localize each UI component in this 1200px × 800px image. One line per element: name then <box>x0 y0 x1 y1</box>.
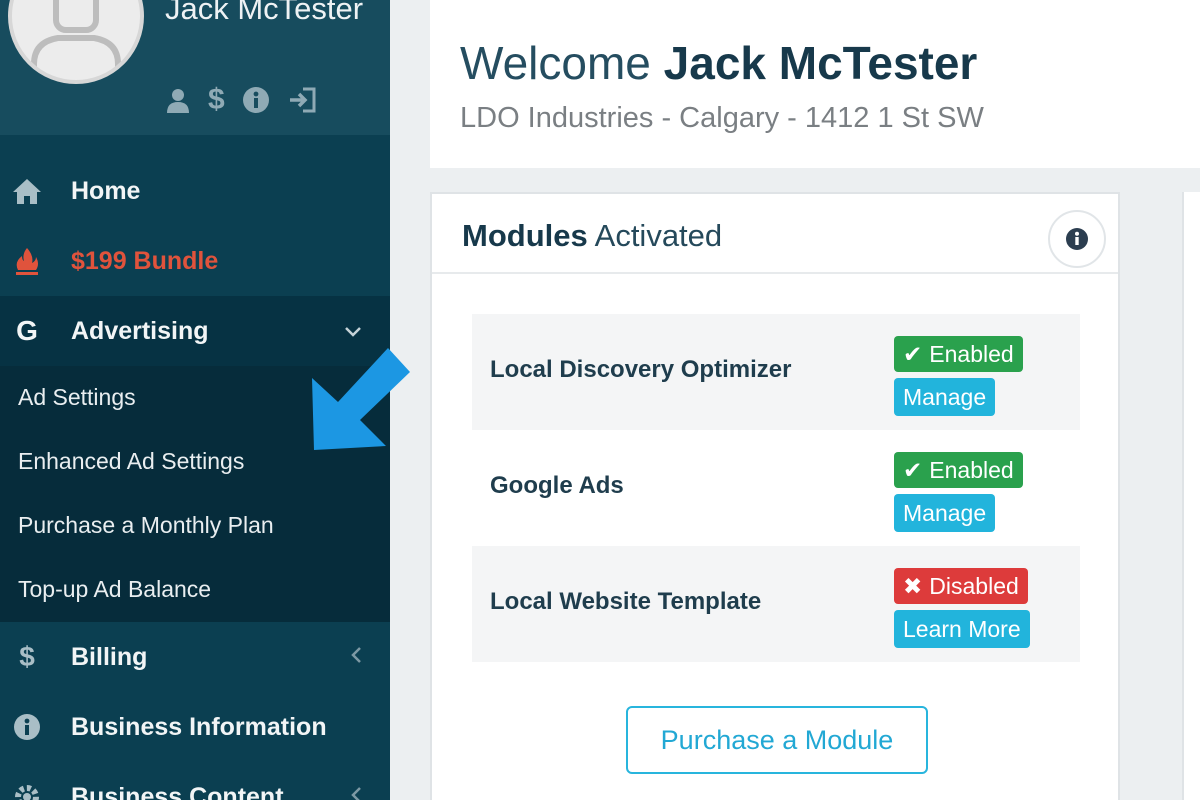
close-icon: ✖ <box>903 572 923 599</box>
user-actions: $ <box>165 83 317 117</box>
user-icon[interactable] <box>165 87 191 113</box>
user-name: Jack McTester <box>165 0 364 26</box>
info-icon <box>1066 228 1088 250</box>
sidebar-item-label: Billing <box>71 642 148 671</box>
secondary-panel <box>1182 192 1200 800</box>
sign-out-icon[interactable] <box>287 86 317 114</box>
module-row: Google Ads ✔ Enabled Manage <box>472 430 1080 546</box>
sidebar-item-label: $199 Bundle <box>71 246 219 275</box>
panel-header: Modules Activated <box>432 194 1118 274</box>
sidebar-item-billing[interactable]: $ Billing <box>0 622 390 692</box>
submenu-item-top-up-ad-balance[interactable]: Top-up Ad Balance <box>18 576 211 603</box>
status-badge: ✔ Enabled <box>894 336 1023 372</box>
sidebar-item-home[interactable]: Home <box>0 156 390 226</box>
check-icon: ✔ <box>903 340 923 367</box>
status-badge: ✔ Enabled <box>894 452 1023 488</box>
module-name: Local Discovery Optimizer <box>490 356 792 383</box>
business-location: LDO Industries - Calgary - 1412 1 St SW <box>460 102 984 134</box>
panel-title: Modules Activated <box>462 218 722 254</box>
user-panel: Jack McTester $ <box>0 0 390 135</box>
purchase-module-button[interactable]: Purchase a Module <box>626 706 928 774</box>
manage-button[interactable]: Manage <box>894 378 996 416</box>
sidebar-item-label: Home <box>71 176 141 205</box>
info-button[interactable] <box>1048 210 1106 268</box>
panel-title-bold: Modules <box>462 218 588 253</box>
submenu-item-purchase-monthly-plan[interactable]: Purchase a Monthly Plan <box>18 512 274 539</box>
welcome-user-name: Jack McTester <box>663 37 978 89</box>
home-icon <box>12 176 42 206</box>
modules-panel: Modules Activated Local Discovery Optimi… <box>430 192 1120 800</box>
google-icon: G <box>16 315 38 346</box>
module-name: Local Website Template <box>490 588 762 615</box>
fire-icon <box>12 246 42 276</box>
avatar <box>8 0 144 84</box>
sidebar-item-business-content[interactable]: Business Content <box>0 762 390 800</box>
welcome-prefix: Welcome <box>460 37 651 89</box>
annotation-arrow-icon <box>300 340 415 460</box>
check-icon: ✔ <box>903 456 923 483</box>
module-row: Local Discovery Optimizer ✔ Enabled Mana… <box>472 314 1080 430</box>
submenu-item-ad-settings[interactable]: Ad Settings <box>18 384 136 411</box>
status-label: Enabled <box>929 340 1014 367</box>
welcome-header: Welcome Jack McTester LDO Industries - C… <box>430 0 1200 168</box>
sidebar-item-label: Business Information <box>71 712 327 741</box>
chevron-left-icon <box>350 784 362 800</box>
chevron-left-icon <box>350 644 362 670</box>
sidebar-item-label: Business Content <box>71 782 284 800</box>
module-row: Local Website Template ✖ Disabled Learn … <box>472 546 1080 662</box>
manage-button[interactable]: Manage <box>894 494 996 532</box>
dollar-icon[interactable]: $ <box>208 83 225 117</box>
sidebar-item-bundle[interactable]: $199 Bundle <box>0 226 390 296</box>
dollar-icon: $ <box>19 641 35 672</box>
sidebar-item-label: Advertising <box>71 316 209 345</box>
submenu-item-enhanced-ad-settings[interactable]: Enhanced Ad Settings <box>18 448 244 475</box>
status-badge: ✖ Disabled <box>894 568 1028 604</box>
info-icon <box>12 712 42 742</box>
status-label: Enabled <box>929 456 1014 483</box>
gear-icon <box>12 782 42 800</box>
learn-more-button[interactable]: Learn More <box>894 610 1030 648</box>
welcome-title: Welcome Jack McTester <box>460 36 977 90</box>
user-silhouette-icon <box>31 0 121 80</box>
status-label: Disabled <box>929 572 1019 599</box>
info-icon[interactable] <box>242 86 270 114</box>
module-name: Google Ads <box>490 472 624 499</box>
sidebar-item-business-information[interactable]: Business Information <box>0 692 390 762</box>
panel-title-rest: Activated <box>594 218 723 253</box>
